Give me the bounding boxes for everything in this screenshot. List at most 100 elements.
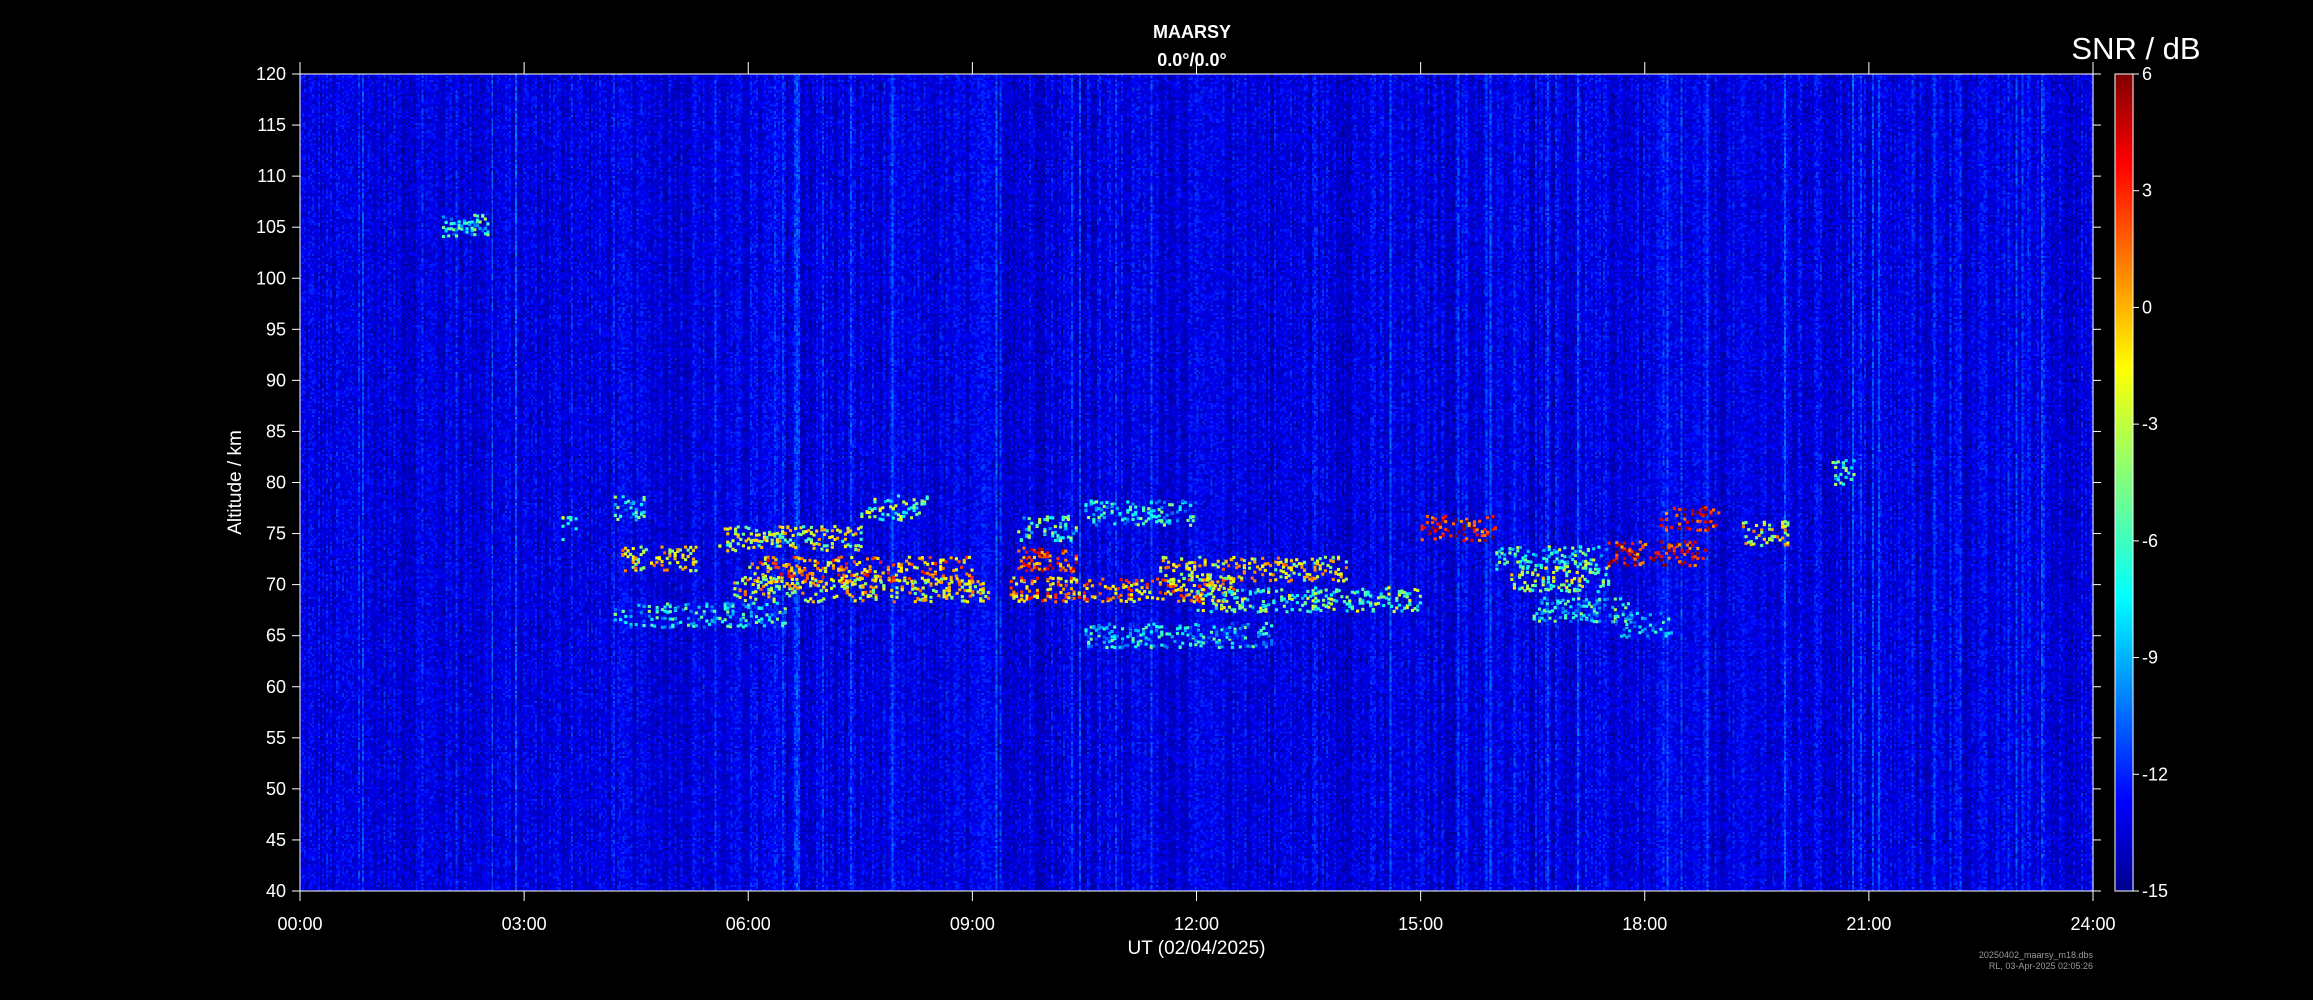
heatmap-cell bbox=[1170, 635, 1174, 639]
heatmap-cell bbox=[1561, 606, 1565, 610]
heatmap-cell bbox=[1329, 565, 1333, 569]
heatmap-cell bbox=[713, 609, 717, 613]
heatmap-cell bbox=[809, 525, 813, 529]
heatmap-cell bbox=[1565, 579, 1569, 583]
heatmap-cell bbox=[869, 594, 873, 598]
heatmap-cell bbox=[766, 558, 770, 562]
heatmap-cell bbox=[864, 590, 868, 594]
heatmap-cell bbox=[1302, 568, 1307, 572]
heatmap-cell bbox=[1263, 568, 1267, 572]
heatmap-cell bbox=[824, 570, 828, 574]
heatmap-cell bbox=[1405, 606, 1409, 610]
heatmap-cell bbox=[1253, 557, 1257, 561]
y-tick-label: 100 bbox=[256, 268, 286, 288]
heatmap-cell bbox=[1691, 519, 1695, 523]
heatmap-cell bbox=[1183, 500, 1187, 504]
heatmap-cell bbox=[753, 572, 757, 576]
heatmap-cell bbox=[831, 566, 836, 570]
heatmap-cell bbox=[1418, 594, 1422, 598]
heatmap-cell bbox=[790, 566, 794, 570]
heatmap-cell bbox=[981, 599, 985, 603]
heatmap-cell bbox=[1578, 588, 1582, 592]
heatmap-cell bbox=[1102, 640, 1106, 644]
heatmap-cell bbox=[1222, 606, 1226, 610]
heatmap-cell bbox=[1762, 520, 1766, 524]
heatmap-cell bbox=[1048, 594, 1053, 599]
heatmap-cell bbox=[655, 609, 659, 613]
heatmap-cell bbox=[1366, 590, 1370, 594]
heatmap-cell bbox=[944, 560, 948, 564]
heatmap-cell bbox=[465, 230, 469, 234]
heatmap-cell bbox=[639, 610, 644, 614]
heatmap-cell bbox=[1162, 500, 1166, 504]
heatmap-cell bbox=[1019, 559, 1023, 563]
heatmap-cell bbox=[743, 598, 747, 603]
heatmap-cell bbox=[1264, 607, 1268, 611]
heatmap-cell bbox=[1200, 578, 1205, 582]
heatmap-cell bbox=[1270, 624, 1274, 628]
heatmap-cell bbox=[873, 515, 877, 519]
colorbar-tick-label: 3 bbox=[2142, 181, 2152, 201]
heatmap-cell bbox=[766, 555, 770, 559]
heatmap-cell bbox=[1224, 559, 1228, 563]
heatmap-cell bbox=[642, 566, 646, 570]
heatmap-cell bbox=[639, 502, 644, 507]
heatmap-cell bbox=[1203, 560, 1207, 564]
heatmap-cell bbox=[1230, 645, 1234, 649]
heatmap-cell bbox=[1677, 507, 1682, 512]
heatmap-cell bbox=[1336, 555, 1341, 559]
heatmap-cell bbox=[1237, 564, 1241, 568]
heatmap-cell bbox=[1158, 582, 1162, 586]
y-tick-label: 40 bbox=[266, 881, 286, 901]
heatmap-cell bbox=[1130, 589, 1134, 593]
heatmap-cell bbox=[655, 605, 659, 610]
heatmap-cell bbox=[1027, 562, 1031, 566]
heatmap-cell bbox=[1165, 645, 1169, 649]
heatmap-cell bbox=[759, 587, 763, 591]
heatmap-cell bbox=[1520, 586, 1524, 590]
heatmap-cell bbox=[1261, 573, 1265, 577]
x-tick-label: 18:00 bbox=[1622, 914, 1667, 934]
heatmap-cell bbox=[1400, 609, 1404, 613]
heatmap-cell bbox=[822, 533, 827, 537]
heatmap-cell bbox=[1038, 520, 1042, 524]
heatmap-cell bbox=[1523, 580, 1527, 585]
colorbar-tick-label: -15 bbox=[2142, 881, 2168, 901]
heatmap-cell bbox=[1225, 609, 1229, 613]
heatmap-cell bbox=[1578, 579, 1582, 583]
heatmap-cell bbox=[855, 572, 859, 576]
heatmap-cell bbox=[1516, 549, 1520, 553]
heatmap-cell bbox=[1161, 578, 1165, 582]
heatmap-cell bbox=[1310, 557, 1314, 561]
heatmap-cell bbox=[1156, 597, 1160, 601]
heatmap-cell bbox=[1178, 626, 1182, 630]
heatmap-cell bbox=[1626, 602, 1630, 606]
heatmap-cell bbox=[1706, 526, 1710, 530]
y-axis-label: Altitude / km bbox=[225, 430, 246, 535]
heatmap-cell bbox=[1209, 610, 1213, 614]
heatmap-cell bbox=[1475, 533, 1479, 537]
heatmap-cell bbox=[968, 585, 972, 589]
heatmap-cell bbox=[1577, 597, 1581, 601]
heatmap-cell bbox=[1059, 591, 1063, 595]
heatmap-cell bbox=[1844, 459, 1848, 463]
heatmap-cell bbox=[1014, 594, 1019, 599]
heatmap-cell bbox=[1030, 559, 1034, 563]
heatmap-cell bbox=[1457, 530, 1461, 534]
heatmap-cell bbox=[1116, 586, 1121, 590]
heatmap-cell bbox=[689, 551, 693, 556]
heatmap-cell bbox=[768, 615, 772, 619]
heatmap-cell bbox=[1308, 573, 1312, 577]
heatmap-cell bbox=[561, 538, 565, 542]
heatmap-cell bbox=[1313, 565, 1317, 569]
heatmap-cell bbox=[876, 556, 880, 561]
heatmap-cell bbox=[1131, 517, 1135, 521]
heatmap-cell bbox=[1704, 548, 1708, 552]
heatmap-cell bbox=[783, 607, 787, 611]
heatmap-cell bbox=[1562, 568, 1566, 572]
heatmap-cell bbox=[890, 594, 894, 598]
heatmap-cell bbox=[921, 586, 925, 590]
heatmap-cell bbox=[1059, 539, 1063, 543]
heatmap-cell bbox=[782, 584, 787, 588]
heatmap-cell bbox=[1164, 556, 1168, 560]
